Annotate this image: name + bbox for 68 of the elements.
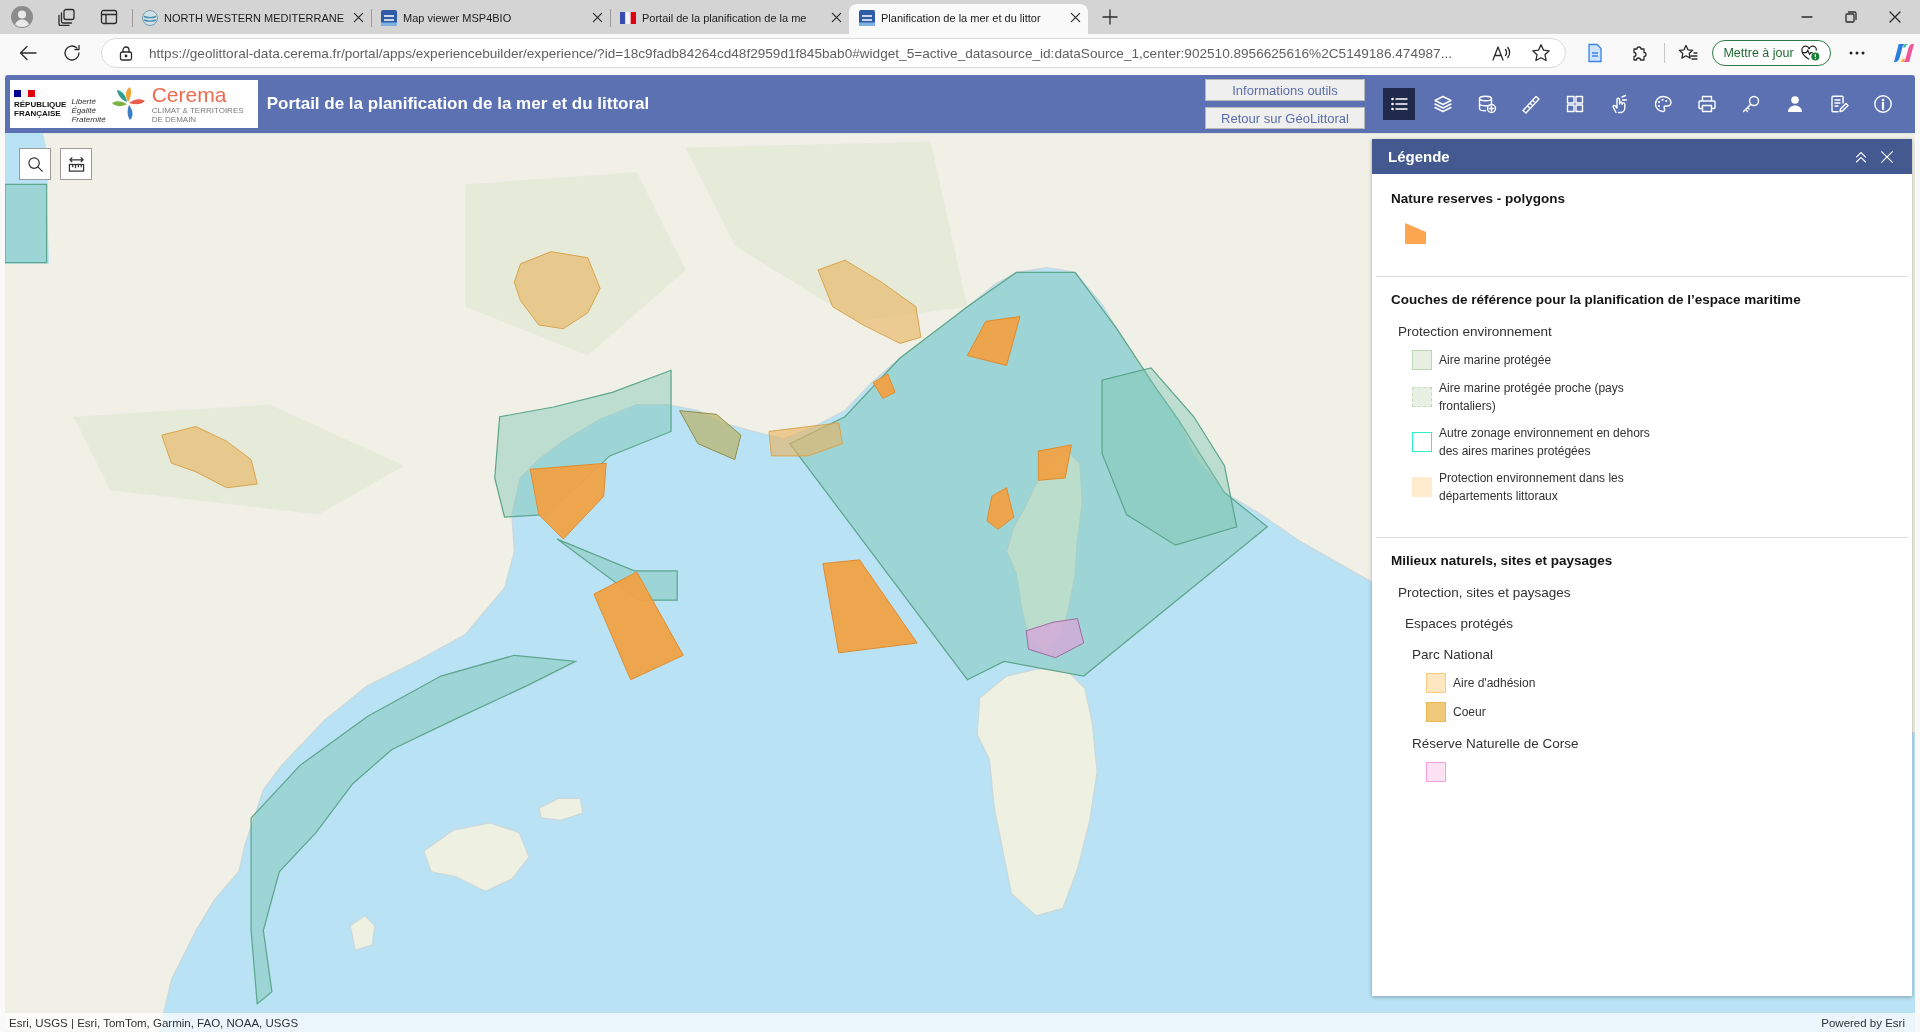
- reload-icon[interactable]: [62, 43, 82, 63]
- header-button[interactable]: Informations outils: [1205, 79, 1365, 101]
- legend-group-label: Espaces protégés: [1405, 616, 1514, 631]
- powered-by-link[interactable]: Powered by Esri: [1821, 1016, 1905, 1029]
- legend-item-label: Coeur: [1453, 704, 1487, 721]
- printer-icon: [1697, 94, 1717, 114]
- header-button[interactable]: Retour sur GéoLittoral: [1205, 107, 1365, 129]
- attribution-text: Esri, USGS | Esri, TomTom, Garmin, FAO, NOAA, USGS: [9, 1016, 299, 1029]
- logo-tagline-text: CLIMAT & TERRITOIRES DE DEMAIN: [151, 106, 245, 124]
- puzzle-icon[interactable]: [1630, 43, 1650, 63]
- favicon-icon: [381, 9, 397, 26]
- close-icon[interactable]: [1889, 11, 1901, 23]
- grid-icon: [1565, 94, 1585, 114]
- legend-section-title: Milieux naturels, sites et paysages: [1391, 552, 1614, 570]
- logo-motto-text: Liberté Égalité Fraternité: [71, 97, 106, 124]
- close-icon[interactable]: [353, 12, 364, 23]
- legend-item-label: Aire marine protégée proche (pays frontaliers): [1439, 380, 1625, 415]
- avatar-icon[interactable]: [10, 5, 34, 29]
- star-icon[interactable]: [1531, 43, 1551, 63]
- legend-item-label: Aire marine protégée: [1439, 352, 1553, 369]
- key-icon: [1741, 94, 1761, 114]
- back-arrow-icon[interactable]: [18, 43, 38, 63]
- info-icon: [1873, 94, 1893, 114]
- overlapping-squares-icon[interactable]: [58, 8, 76, 26]
- favorites-icon[interactable]: [1678, 43, 1698, 63]
- logo-brand-text: Cerema: [151, 84, 228, 106]
- close-icon[interactable]: [592, 12, 603, 23]
- double-chevron-up-icon[interactable]: [1854, 149, 1868, 164]
- legend-group-label: Protection environnement: [1398, 324, 1552, 339]
- legend-button[interactable]: [1383, 88, 1415, 120]
- palette-icon: [1653, 94, 1673, 114]
- legend-section-title: Couches de référence pour la planification de l’espace maritime: [1391, 291, 1802, 309]
- note-icon: [1829, 94, 1849, 114]
- restore-icon[interactable]: [1845, 11, 1857, 23]
- document-icon[interactable]: [1585, 43, 1605, 63]
- legend-item-label: Protection environnement dans les départements littoraux: [1439, 470, 1625, 505]
- app-title: Portail de la planification de la mer et du littoral: [266, 94, 650, 114]
- legend-group-label: Réserve Naturelle de Corse: [1412, 736, 1579, 751]
- legend-item-label: Aire d'adhésion: [1453, 675, 1537, 692]
- favicon-icon: [859, 9, 875, 26]
- tab-actions-icon[interactable]: [100, 8, 118, 26]
- measure-distance-button[interactable]: [60, 148, 92, 180]
- legend-group-label: Parc National: [1412, 647, 1494, 662]
- ruler-icon: [1521, 94, 1541, 114]
- search-icon: [26, 155, 44, 173]
- address-field[interactable]: https://geolittoral-data.cerema.fr/portal/apps/experiencebuilder/experience/?id=18c9fadb84264cd48f2959d1f845bab0#widget_5=active_datasource_id:dataSource_1,center:902510.8956625616%2C5149186.474987...: [101, 38, 1566, 68]
- logo-republic-text: RÉPUBLIQUE FRANÇAISE: [14, 100, 67, 118]
- petal-logo-icon: [110, 86, 147, 122]
- slanted-stripes-logo-icon[interactable]: [1893, 42, 1915, 64]
- tricolor-flag-icon: [14, 90, 35, 97]
- update-button[interactable]: Mettre à jour: [1712, 40, 1831, 66]
- close-icon[interactable]: [831, 12, 842, 23]
- layers-icon: [1433, 94, 1453, 114]
- user-icon: [1785, 94, 1805, 114]
- search-button[interactable]: [19, 148, 51, 180]
- ruler-arrows-icon: [67, 155, 85, 173]
- lock-icon[interactable]: [118, 45, 134, 61]
- legend-group-label: Protection, sites et paysages: [1398, 585, 1571, 600]
- flag-icon: [620, 9, 636, 26]
- heart-pulse-icon: [1799, 45, 1820, 61]
- legend-title: Légende: [1388, 148, 1450, 165]
- database-plus-icon: [1477, 94, 1497, 114]
- close-icon[interactable]: [1070, 12, 1081, 23]
- legend-section-title: Nature reserves - polygons: [1391, 190, 1567, 208]
- globe-icon: [142, 9, 158, 26]
- plus-icon[interactable]: [1102, 9, 1118, 25]
- legend-item-label: Autre zonage environnement en dehors des aires marines protégées: [1439, 425, 1651, 460]
- browser-tab[interactable]: Planification de la mer et du littor: [849, 4, 1088, 34]
